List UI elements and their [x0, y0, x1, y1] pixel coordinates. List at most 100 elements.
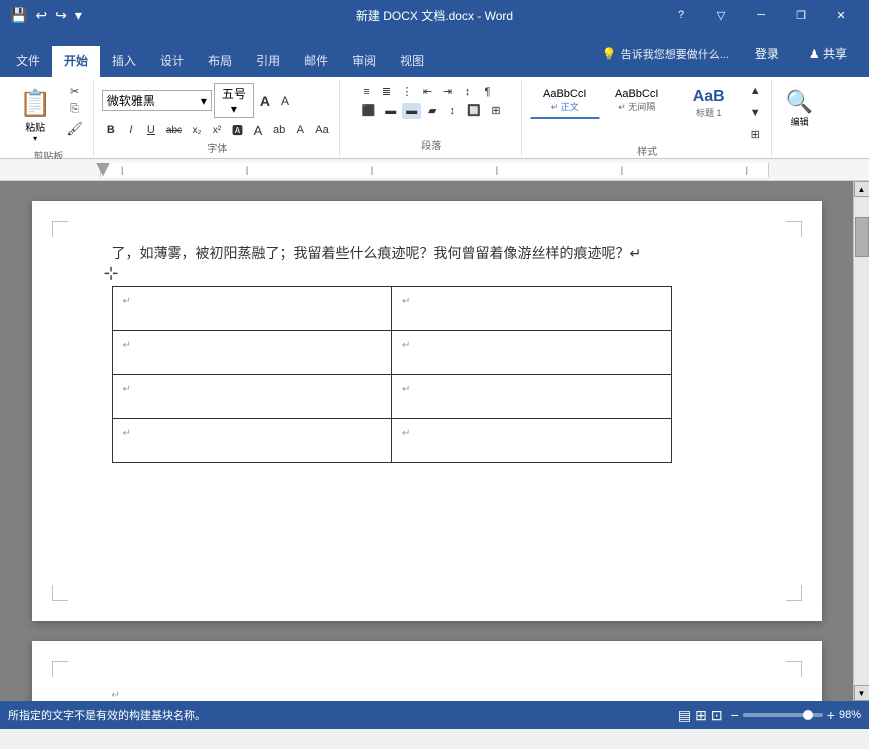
scroll-down-button[interactable]: ▼	[854, 685, 869, 701]
redo-icon[interactable]: ↪	[53, 5, 69, 26]
borders-button[interactable]: ⊞	[487, 102, 505, 119]
italic-button[interactable]: I	[122, 122, 140, 138]
table-cell-r2c2[interactable]: ↵	[392, 331, 672, 375]
subscript-button[interactable]: x₂	[188, 123, 206, 138]
undo-icon[interactable]: ↩	[33, 5, 49, 26]
read-view-button[interactable]: ⊞	[695, 707, 707, 724]
status-message: 所指定的文字不是有效的构建基块名称。	[8, 707, 206, 723]
show-marks-button[interactable]: ¶	[479, 84, 497, 100]
styles-scroll-down[interactable]: ▼	[746, 105, 765, 121]
style-normal[interactable]: AaBbCcI ↵ 正文	[530, 83, 600, 119]
document-scroll-area[interactable]: 了，如薄雾，被初阳蒸融了；我留着些什么痕迹呢？我何曾留着像游丝样的痕迹呢？↵ ⊹…	[0, 181, 853, 701]
font-grow-button[interactable]: A	[256, 91, 274, 111]
scroll-thumb[interactable]	[855, 217, 869, 257]
font-dropdown-icon[interactable]: ▾	[201, 94, 207, 108]
style-heading1[interactable]: AaB 标题 1	[674, 83, 744, 124]
font-shrink-button[interactable]: A	[276, 92, 294, 110]
line-spacing-button[interactable]: ↕	[443, 103, 461, 119]
bullets-button[interactable]: ≡	[358, 84, 376, 100]
find-button[interactable]: 🔍 编辑	[782, 85, 817, 132]
bold-button[interactable]: B	[102, 122, 120, 138]
status-bar-left: 所指定的文字不是有效的构建基块名称。	[8, 707, 206, 723]
table-cell-r2c1[interactable]: ↵	[112, 331, 392, 375]
sort-button[interactable]: ↕	[459, 84, 477, 100]
table-cell-r4c1[interactable]: ↵	[112, 419, 392, 463]
tab-layout[interactable]: 布局	[196, 46, 244, 77]
paste-dropdown-icon: ▾	[33, 134, 37, 143]
tab-design[interactable]: 设计	[148, 46, 196, 77]
align-right-button[interactable]: ▬	[402, 103, 421, 119]
page1-text: 了，如薄雾，被初阳蒸融了；我留着些什么痕迹呢？我何曾留着像游丝样的痕迹呢？↵	[112, 241, 742, 266]
table-cell-r1c1[interactable]: ↵	[112, 287, 392, 331]
zoom-in-button[interactable]: +	[827, 707, 835, 723]
font-size-dropdown-icon[interactable]: ▾	[231, 102, 237, 116]
close-button[interactable]: ✕	[821, 0, 861, 30]
corner-mark-tr	[786, 221, 802, 237]
help-search[interactable]: 💡 告诉我您想要做什么...	[592, 42, 739, 66]
font-controls: 微软雅黑 ▾ 五号 ▾ A A B I U abc x₂ x² 🅰 A ab	[102, 83, 333, 140]
clipboard-buttons: 📋 粘贴 ▾ ✂ ⎘ 🖌	[10, 83, 87, 148]
share-button[interactable]: ♟ 共享	[795, 41, 861, 66]
tab-insert[interactable]: 插入	[100, 46, 148, 77]
tab-references[interactable]: 引用	[244, 46, 292, 77]
font-name-selector[interactable]: 微软雅黑 ▾	[102, 90, 212, 111]
table-row: ↵ ↵	[112, 331, 671, 375]
format-painter-button[interactable]: 🖌	[62, 119, 87, 139]
clear-format-button[interactable]: 🅰	[228, 120, 247, 140]
strikethrough-button[interactable]: abc	[162, 123, 186, 138]
zoom-slider[interactable]	[743, 713, 823, 717]
view-buttons: ▤ ⊞ ⊡	[678, 707, 723, 724]
ribbon-collapse-icon[interactable]: ▽	[701, 0, 741, 30]
table-cell-r4c2[interactable]: ↵	[392, 419, 672, 463]
restore-button[interactable]: ❐	[781, 0, 821, 30]
superscript-button[interactable]: x²	[208, 123, 226, 138]
help-icon[interactable]: ?	[661, 0, 701, 30]
minimize-button[interactable]: ─	[741, 0, 781, 30]
lightbulb-icon: 💡	[602, 47, 617, 61]
table-cell-r3c2[interactable]: ↵	[392, 375, 672, 419]
zoom-out-button[interactable]: −	[731, 707, 739, 723]
decrease-indent-button[interactable]: ⇤	[419, 83, 437, 100]
cut-button[interactable]: ✂	[62, 83, 87, 100]
align-center-button[interactable]: ▬	[381, 103, 400, 119]
tab-mailings[interactable]: 邮件	[292, 46, 340, 77]
tab-file[interactable]: 文件	[4, 46, 52, 77]
style-nospace[interactable]: AaBbCcI ↵ 无间隔	[602, 83, 672, 118]
align-left-button[interactable]: ⬛	[358, 102, 380, 119]
styles-more[interactable]: ⊞	[746, 126, 765, 143]
font-color-button[interactable]: A	[249, 121, 267, 140]
copy-button[interactable]: ⎘	[62, 101, 87, 118]
web-view-button[interactable]: ⊡	[711, 707, 723, 724]
underline-button[interactable]: U	[142, 122, 160, 138]
print-view-button[interactable]: ▤	[678, 707, 691, 724]
tab-home[interactable]: 开始	[52, 46, 100, 77]
document-table: ↵ ↵ ↵ ↵ ↵ ↵ ↵ ↵	[112, 286, 672, 463]
increase-indent-button[interactable]: ⇥	[439, 83, 457, 100]
zoom-percent[interactable]: 98%	[839, 709, 861, 721]
ruler-mark: |	[371, 165, 373, 175]
table-cell-r3c1[interactable]: ↵	[112, 375, 392, 419]
numbering-button[interactable]: ≣	[378, 83, 396, 100]
font-case-button[interactable]: Aa	[311, 122, 332, 138]
save-icon[interactable]: 💾	[8, 5, 29, 26]
scroll-up-button[interactable]: ▲	[854, 181, 869, 197]
tab-review[interactable]: 审阅	[340, 46, 388, 77]
table-cell-r1c2[interactable]: ↵	[392, 287, 672, 331]
paste-button[interactable]: 📋 粘贴 ▾	[10, 83, 60, 148]
customize-icon[interactable]: ▾	[73, 5, 84, 26]
styles-scroll-up[interactable]: ▲	[746, 83, 765, 99]
table-move-cursor[interactable]: ⊹	[104, 263, 119, 284]
scroll-track[interactable]	[854, 197, 869, 685]
justify-button[interactable]: ▰	[423, 102, 441, 119]
font-size-selector[interactable]: 五号 ▾	[214, 83, 254, 118]
multilevel-button[interactable]: ⋮	[398, 83, 417, 100]
font-size-change-button[interactable]: A	[291, 122, 309, 138]
shading-button[interactable]: 🔲	[463, 102, 485, 119]
ruler-mark: |	[246, 165, 248, 175]
login-button[interactable]: 登录	[743, 41, 791, 66]
tab-view[interactable]: 视图	[388, 46, 436, 77]
title-bar: 💾 ↩ ↪ ▾ 新建 DOCX 文档.docx - Word ? ▽ ─ ❐ ✕	[0, 0, 869, 30]
scrollbar-right[interactable]: ▲ ▼	[853, 181, 869, 701]
paste-label: 粘贴	[25, 119, 45, 134]
highlight-button[interactable]: ab	[269, 122, 289, 138]
